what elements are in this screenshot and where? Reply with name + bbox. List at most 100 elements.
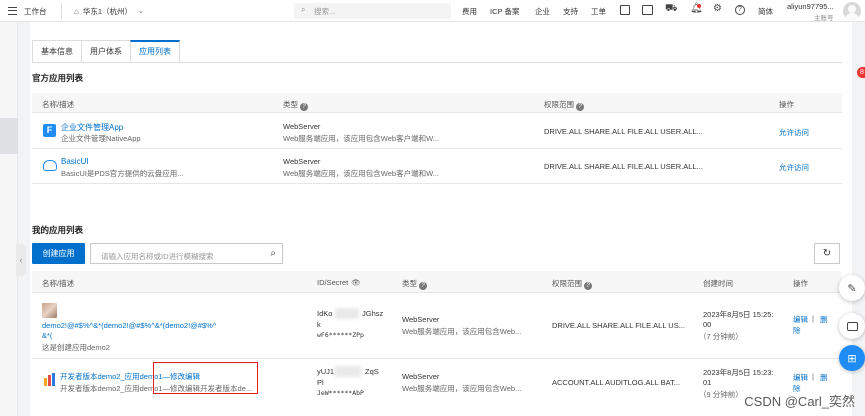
search-icon: ⌕	[301, 5, 306, 14]
nav-enterprise[interactable]: 企业	[535, 6, 550, 17]
help-icon[interactable]: ?	[300, 103, 308, 111]
app-thumbnail	[42, 303, 57, 318]
app-secret: wF6******ZPp	[317, 331, 364, 339]
chat-float-button[interactable]	[839, 313, 865, 339]
column-header-type: 类型?	[283, 99, 308, 111]
notification-dot	[697, 4, 701, 8]
official-apps-title: 官方应用列表	[32, 73, 84, 83]
file-app-icon: F	[43, 124, 56, 137]
app-description: 这是创建应用demo2	[42, 343, 110, 352]
official-table-header: 名称/描述 类型? 权限范围? 操作	[32, 93, 842, 113]
redacted-id	[335, 366, 361, 377]
chat-icon	[846, 321, 858, 331]
chevron-left-icon: ‹	[19, 255, 23, 265]
eye-icon[interactable]: 👁︎	[351, 278, 361, 287]
edit-link[interactable]: 编辑	[793, 314, 808, 325]
help-icon[interactable]: ?	[735, 5, 745, 15]
column-header-type-label: 类型	[402, 279, 417, 288]
tab-user-system[interactable]: 用户体系	[81, 40, 131, 62]
cart-icon[interactable]: ⛟	[665, 3, 678, 16]
search-box[interactable]: ⌕ 搜索...	[294, 3, 451, 19]
created-time-seconds: 00	[703, 320, 712, 329]
search-icon[interactable]: ⌕	[270, 248, 276, 259]
help-icon[interactable]: ?	[576, 103, 584, 111]
app-id-prefix: IdKo	[317, 309, 333, 318]
region-label: 华东1（杭州）	[82, 6, 133, 16]
search-input: 搜索...	[314, 7, 336, 16]
delete-link[interactable]: 删	[820, 314, 828, 325]
sidebar-collapse-handle[interactable]: ‹	[16, 244, 26, 276]
column-header-action: 操作	[793, 279, 808, 288]
cloud-shell-icon[interactable]	[620, 5, 630, 15]
nav-billing[interactable]: 费用	[462, 6, 477, 17]
edit-float-button[interactable]: ✎	[839, 275, 865, 301]
column-header-scope: 权限范围?	[552, 278, 592, 290]
app-name-link-continued[interactable]: &*(	[42, 331, 52, 340]
nav-icp[interactable]: ICP 备案	[490, 6, 519, 17]
notification-badge[interactable]: 8	[857, 67, 865, 78]
action-separator: |	[812, 372, 814, 381]
chevron-down-icon: ⌄	[138, 8, 144, 15]
app-type-description: Web服务端应用，该应用包含Web...	[402, 384, 522, 393]
sidebar-selected-item[interactable]	[0, 118, 18, 154]
allow-access-link[interactable]: 允许访问	[779, 162, 809, 173]
tab-basic-info[interactable]: 基本信息	[32, 40, 82, 62]
help-icon[interactable]: ?	[419, 282, 427, 290]
column-header-created: 创建时间	[703, 279, 733, 288]
language-switch[interactable]: 简体	[758, 6, 773, 17]
nav-ticket[interactable]: 工单	[591, 6, 606, 17]
tab-divider	[32, 62, 842, 63]
app-type: WebServer	[283, 157, 321, 166]
app-search-box[interactable]: 请输入应用名称或ID进行模糊搜索 ⌕	[90, 243, 283, 264]
delete-link-continued[interactable]: 除	[793, 325, 801, 336]
app-description: 企业文件管理NativeApp	[61, 134, 141, 143]
app-scope: ACCOUNT.ALL AUDITLOG.ALL BAT...	[552, 378, 681, 387]
app-id-tail: Pl	[317, 378, 324, 387]
created-time: 2023年8月5日 15:23:	[703, 368, 774, 377]
app-name-link[interactable]: 企业文件管理App	[61, 122, 123, 133]
edit-link[interactable]: 编辑	[793, 372, 808, 383]
table-row: demo2!@#$%^&*(demo2!@#$%^&*(demo2!@#$%^ …	[32, 293, 842, 359]
settings-icon[interactable]: ⚙	[713, 3, 722, 14]
nav-support[interactable]: 支持	[563, 6, 578, 17]
app-id-suffix: ZqS	[365, 367, 379, 376]
table-row: F 企业文件管理App 企业文件管理NativeApp WebServer We…	[32, 114, 842, 149]
tab-bar: 基本信息 用户体系 应用列表	[32, 40, 180, 62]
grid-icon: ⊞	[847, 352, 857, 365]
app-id-suffix: JGhsz	[362, 309, 384, 318]
allow-access-link[interactable]: 允许访问	[779, 127, 809, 138]
tab-app-list[interactable]: 应用列表	[130, 40, 180, 62]
column-header-type: 类型?	[402, 278, 427, 290]
created-time-relative: （7 分钟前）	[699, 332, 743, 341]
app-search-input: 请输入应用名称或ID进行模糊搜索	[101, 252, 214, 261]
app-name-link[interactable]: BasicUI	[61, 157, 89, 166]
menu-icon[interactable]	[8, 7, 17, 15]
region-selector[interactable]: ⌂ 华东1（杭州） ⌄	[61, 3, 145, 19]
column-header-name: 名称/描述	[42, 100, 75, 109]
terminal-icon[interactable]	[642, 5, 653, 15]
refresh-icon: ↻	[822, 248, 832, 259]
delete-link[interactable]: 删	[820, 372, 828, 383]
watermark: CSDN @Carl_奕然	[744, 394, 855, 409]
create-app-button[interactable]: 创建应用	[32, 243, 85, 264]
app-type: WebServer	[402, 315, 440, 324]
apps-float-button[interactable]: ⊞	[839, 345, 865, 371]
home-icon: ⌂	[74, 6, 79, 16]
avatar[interactable]	[843, 2, 861, 20]
action-separator: |	[812, 314, 814, 323]
user-name[interactable]: aliyun97795...	[787, 2, 834, 11]
app-type-description: Web服务端应用，该应用包含Web...	[402, 327, 522, 336]
app-type-description: Web服务端应用，该应用包含Web客户端和W...	[283, 134, 439, 143]
app-secret: JeW******AbP	[317, 389, 364, 397]
my-apps-title: 我的应用列表	[32, 225, 84, 235]
app-description: BasicUI是PDS官方提供的云盘应用...	[61, 169, 184, 178]
created-time-seconds: 01	[703, 378, 712, 387]
help-icon[interactable]: ?	[584, 282, 592, 290]
colorful-app-icon	[44, 373, 57, 386]
workbench-link[interactable]: 工作台	[24, 6, 47, 17]
my-apps-table-header: 名称/描述 ID/Secret 👁︎ 类型? 权限范围? 创建时间 操作	[32, 271, 842, 293]
refresh-button[interactable]: ↻	[814, 243, 840, 264]
app-type: WebServer	[283, 122, 321, 131]
app-name-link[interactable]: demo2!@#$%^&*(demo2!@#$%^&*(demo2!@#$%^	[42, 321, 216, 330]
app-scope: DRIVE.ALL SHARE.ALL FILE.ALL US...	[552, 321, 685, 330]
